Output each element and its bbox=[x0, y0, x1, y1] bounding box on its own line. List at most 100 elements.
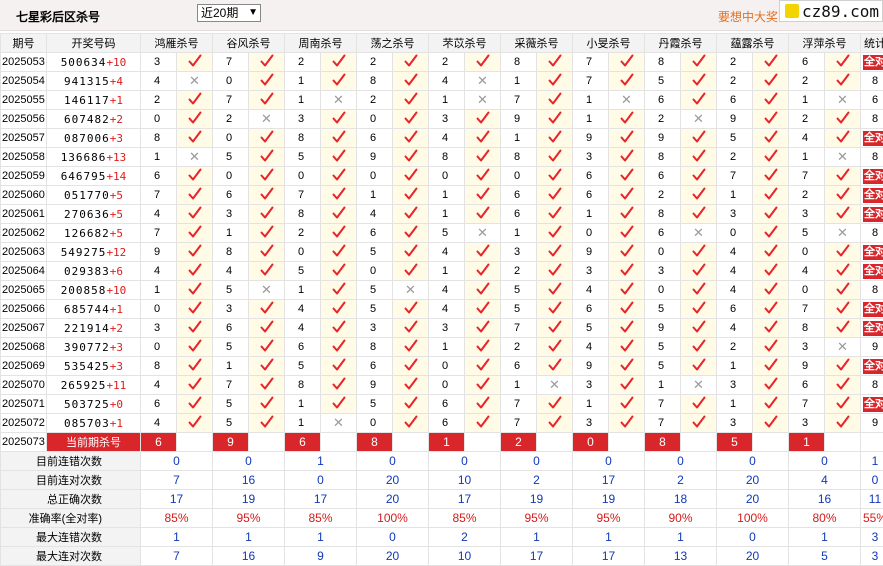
correct-count: 6 bbox=[872, 94, 878, 106]
summary-label: 最大连错次数 bbox=[1, 528, 141, 547]
correct-count: 8 bbox=[872, 227, 878, 239]
correct-count: 8 bbox=[872, 113, 878, 125]
check-icon bbox=[836, 418, 850, 432]
kill-value: 3 bbox=[717, 376, 753, 395]
kill-value: 1 bbox=[429, 205, 465, 224]
check-icon bbox=[332, 323, 346, 337]
promo-text[interactable]: 要想中大奖 bbox=[718, 8, 778, 25]
column-header: 期号 bbox=[1, 34, 47, 53]
check-icon bbox=[764, 418, 778, 432]
check-icon bbox=[188, 171, 202, 185]
draw-number: 087006+3 bbox=[47, 129, 141, 148]
check-icon bbox=[548, 361, 562, 375]
kill-value: 6 bbox=[429, 395, 465, 414]
period-select[interactable]: 近20期▼ bbox=[197, 4, 261, 22]
table-row: 2025064029383+64450123344全对 bbox=[1, 262, 883, 281]
check-icon bbox=[764, 266, 778, 280]
check-icon bbox=[404, 361, 418, 375]
result-correct bbox=[681, 357, 717, 376]
draw-number-main: 087006 bbox=[64, 132, 110, 145]
check-icon bbox=[404, 342, 418, 356]
kill-value: 7 bbox=[789, 395, 825, 414]
draw-number: 146117+1 bbox=[47, 91, 141, 110]
kill-value: 6 bbox=[141, 395, 177, 414]
summary-value: 0 bbox=[357, 528, 429, 547]
row-stat: 8 bbox=[861, 110, 883, 129]
result-correct bbox=[321, 72, 357, 91]
result-correct bbox=[537, 395, 573, 414]
kill-value: 8 bbox=[429, 148, 465, 167]
kill-value: 3 bbox=[213, 205, 249, 224]
cross-icon: ✕ bbox=[549, 377, 560, 392]
summary-value: 2 bbox=[501, 471, 573, 490]
empty-cell bbox=[753, 433, 789, 452]
kill-value: 8 bbox=[645, 53, 681, 72]
check-icon bbox=[188, 361, 202, 375]
result-correct bbox=[393, 110, 429, 129]
draw-number: 503725+0 bbox=[47, 395, 141, 414]
check-icon bbox=[260, 76, 274, 90]
draw-period: 2025060 bbox=[1, 186, 47, 205]
kill-value: 4 bbox=[573, 338, 609, 357]
row-stat: 8 bbox=[861, 376, 883, 395]
check-icon bbox=[476, 171, 490, 185]
result-correct bbox=[609, 262, 645, 281]
kill-value: 0 bbox=[717, 224, 753, 243]
kill-value: 0 bbox=[213, 129, 249, 148]
check-icon bbox=[476, 399, 490, 413]
check-icon bbox=[332, 304, 346, 318]
check-icon bbox=[332, 114, 346, 128]
summary-label: 目前连对次数 bbox=[1, 471, 141, 490]
result-wrong: ✕ bbox=[465, 91, 501, 110]
result-correct bbox=[249, 91, 285, 110]
result-correct bbox=[177, 110, 213, 129]
check-icon bbox=[548, 304, 562, 318]
result-correct bbox=[681, 319, 717, 338]
result-correct bbox=[825, 395, 861, 414]
kill-value: 1 bbox=[285, 395, 321, 414]
result-correct bbox=[321, 376, 357, 395]
table-header-row: 期号开奖号码鸿雁杀号谷风杀号周南杀号荡之杀号芣苡杀号采薇杀号小旻杀号丹霞杀号蕴露… bbox=[1, 34, 883, 53]
check-icon bbox=[260, 323, 274, 337]
summary-value: 17 bbox=[285, 490, 357, 509]
table-row: 2025070265925+11478901✕31✕368 bbox=[1, 376, 883, 395]
cross-icon: ✕ bbox=[837, 149, 848, 164]
kill-value: 1 bbox=[285, 91, 321, 110]
result-correct bbox=[321, 205, 357, 224]
kill-value: 3 bbox=[501, 243, 537, 262]
cross-icon: ✕ bbox=[405, 282, 416, 297]
check-icon bbox=[764, 285, 778, 299]
site-badge[interactable]: cz89.com bbox=[779, 0, 883, 22]
kill-value: 1 bbox=[789, 91, 825, 110]
draw-period: 2025071 bbox=[1, 395, 47, 414]
all-correct-badge: 全对 bbox=[863, 169, 883, 184]
check-icon bbox=[476, 114, 490, 128]
result-correct bbox=[825, 262, 861, 281]
summary-value: 11 bbox=[861, 490, 883, 509]
draw-period: 2025070 bbox=[1, 376, 47, 395]
summary-value: 0 bbox=[717, 528, 789, 547]
result-correct bbox=[753, 281, 789, 300]
cross-icon: ✕ bbox=[837, 225, 848, 240]
check-icon bbox=[332, 247, 346, 261]
kill-value: 7 bbox=[285, 186, 321, 205]
table-row: 2025062126682+571265✕106✕05✕8 bbox=[1, 224, 883, 243]
correct-count: 8 bbox=[872, 75, 878, 87]
summary-value: 17 bbox=[141, 490, 213, 509]
result-correct bbox=[753, 72, 789, 91]
check-icon bbox=[332, 399, 346, 413]
kill-value: 0 bbox=[141, 110, 177, 129]
summary-value: 19 bbox=[573, 490, 645, 509]
cross-icon: ✕ bbox=[693, 225, 704, 240]
row-stat: 9 bbox=[861, 338, 883, 357]
check-icon bbox=[836, 76, 850, 90]
check-icon bbox=[548, 209, 562, 223]
result-correct bbox=[465, 129, 501, 148]
cross-icon: ✕ bbox=[621, 92, 632, 107]
draw-period: 2025067 bbox=[1, 319, 47, 338]
kill-value: 0 bbox=[789, 281, 825, 300]
kill-value: 3 bbox=[429, 319, 465, 338]
result-correct bbox=[393, 205, 429, 224]
kill-value: 3 bbox=[285, 110, 321, 129]
result-correct bbox=[393, 319, 429, 338]
